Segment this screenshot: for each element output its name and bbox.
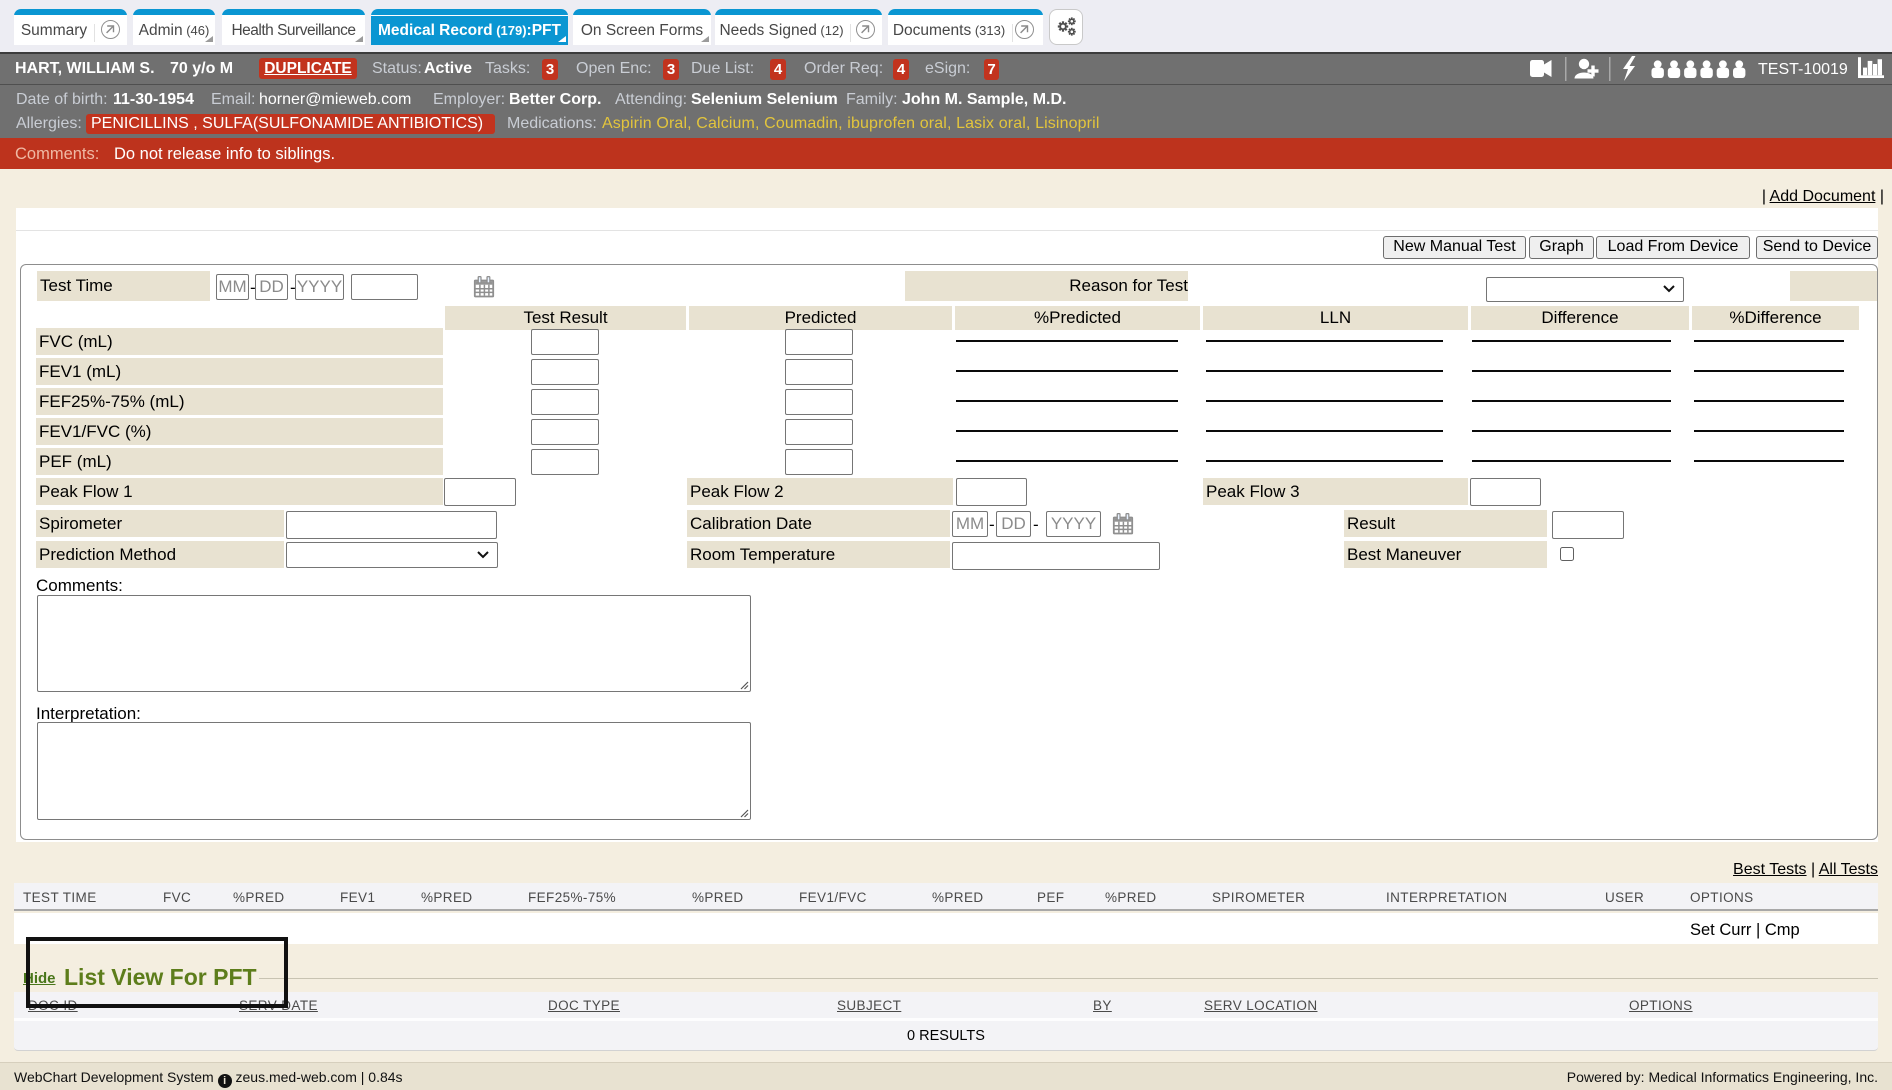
svg-text:TEST-10019: TEST-10019 bbox=[1758, 61, 1848, 78]
